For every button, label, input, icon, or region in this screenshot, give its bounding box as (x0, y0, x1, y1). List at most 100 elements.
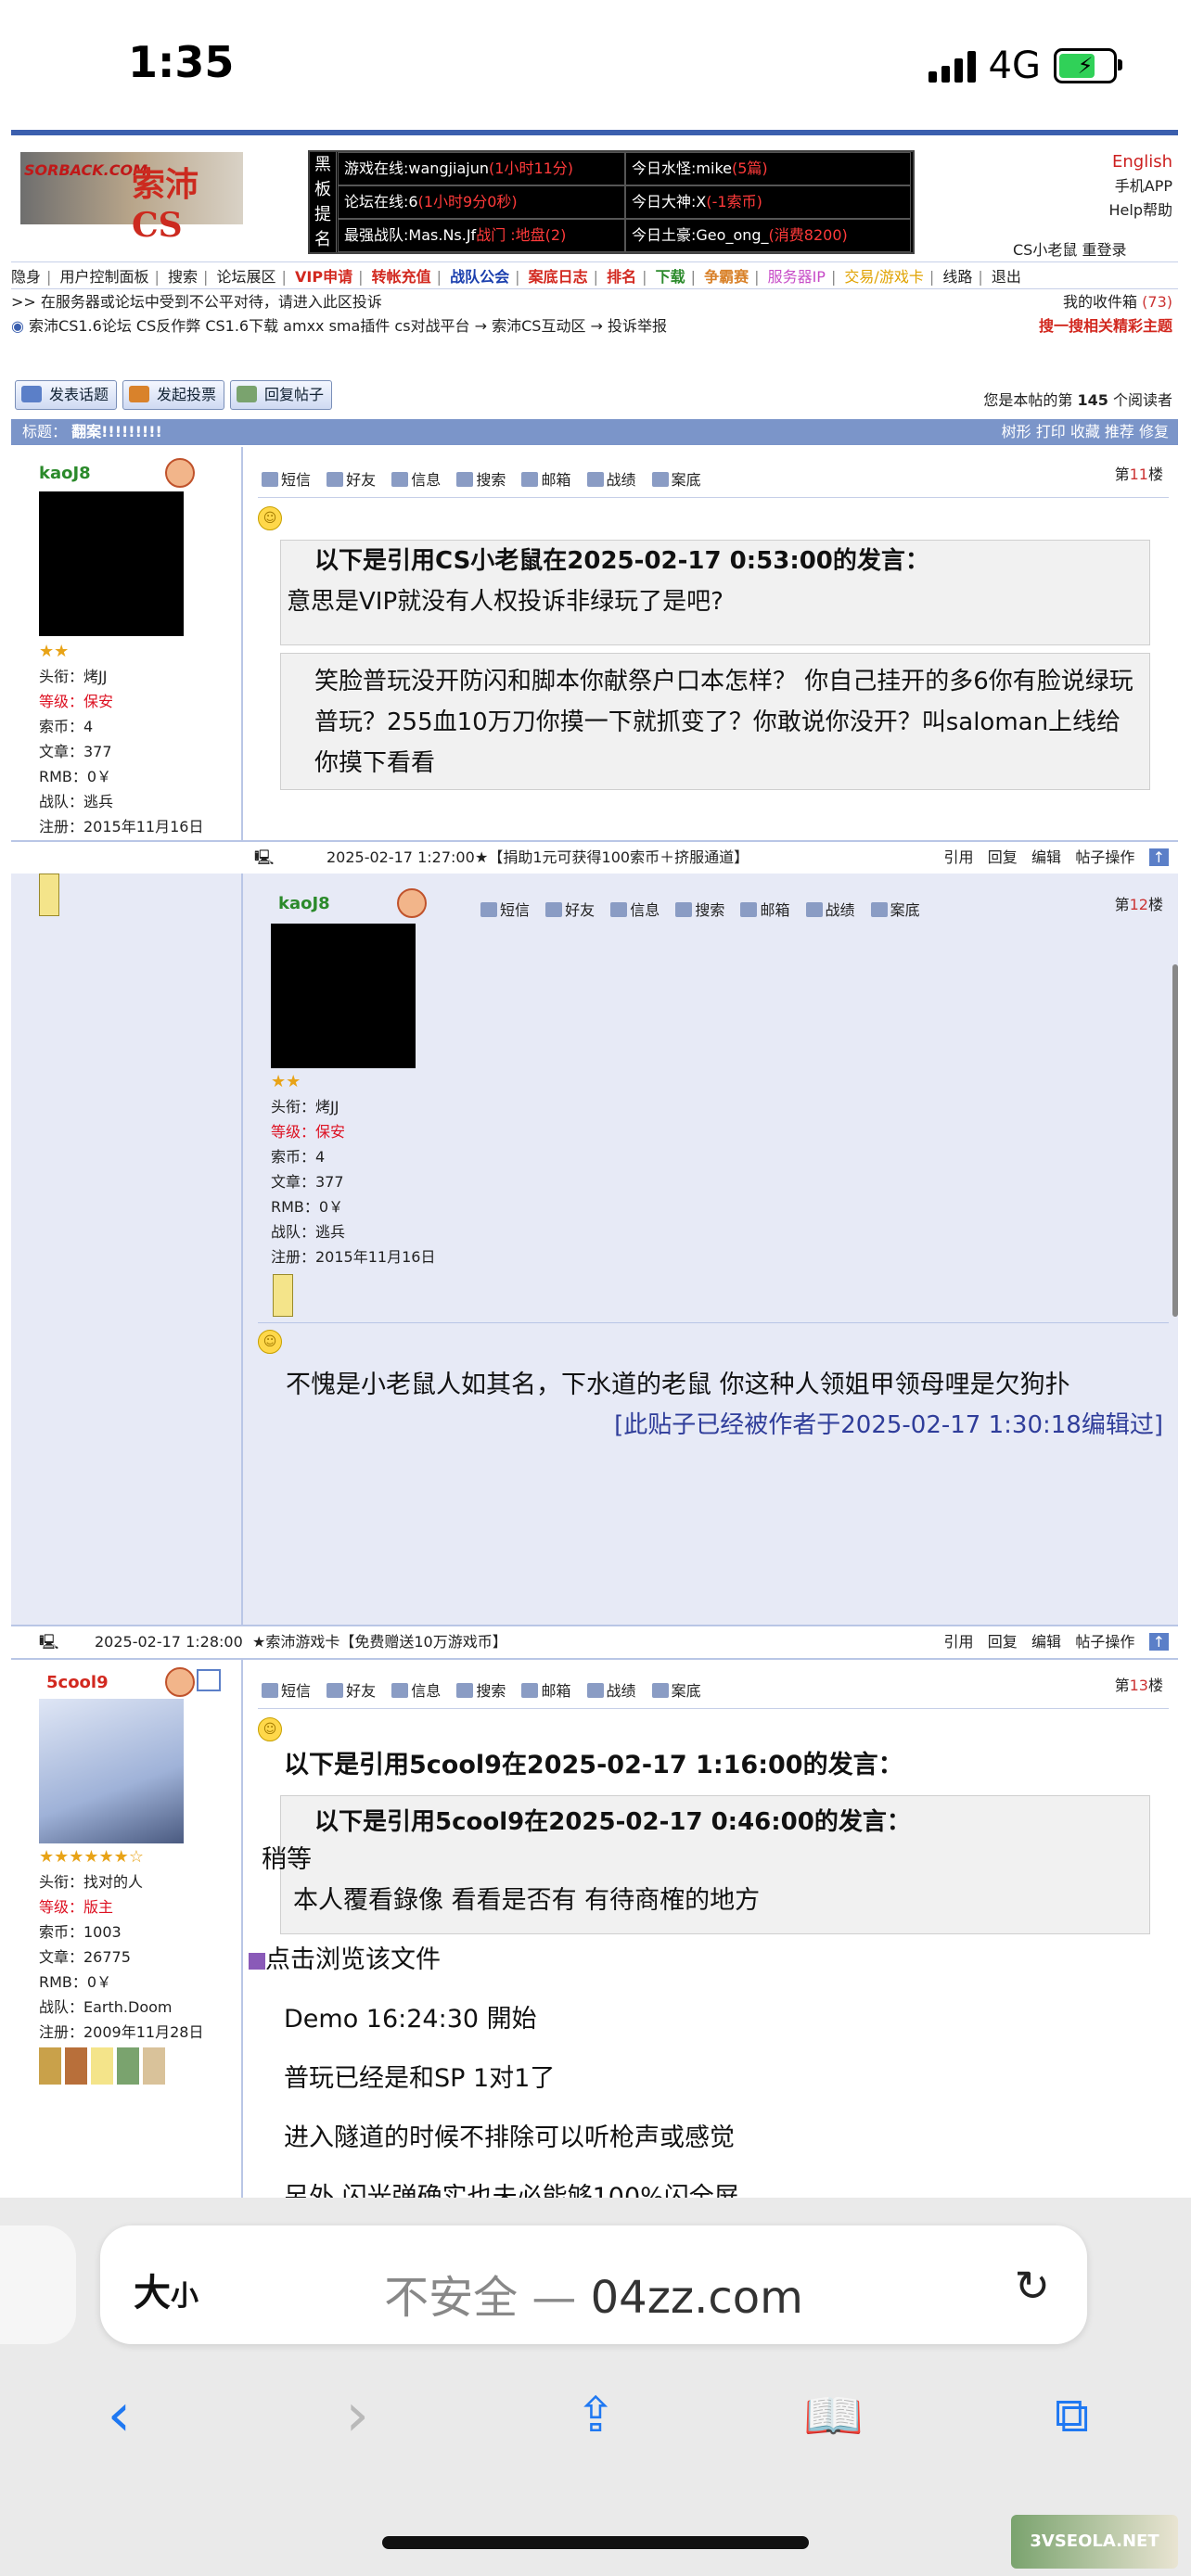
author-name[interactable]: 5cool9 (46, 1673, 109, 1692)
post-body-line: 普玩已经是和SP 1对1了 (284, 2064, 556, 2093)
tabs-icon[interactable]: ⧉ (1026, 2388, 1119, 2444)
rank-stars-icon: ★★ (39, 642, 70, 661)
record-link[interactable]: 战绩 (805, 901, 855, 919)
menu-item-clans[interactable]: 战队公会 (450, 268, 509, 286)
menu-item-showcase[interactable]: 论坛展区 (217, 268, 276, 286)
author-name[interactable]: kaoJ8 (278, 894, 330, 913)
promo-link[interactable]: ★【捐助1元可获得100索币＋挤服通道】 (475, 842, 749, 874)
avatar[interactable] (39, 491, 184, 636)
share-icon[interactable]: ⇪ (549, 2388, 642, 2443)
search-link[interactable]: 搜索 (456, 1682, 506, 1700)
notice-line[interactable]: >> 在服务器或论坛中受到不公平对待，请进入此区投诉 (11, 289, 382, 312)
site-logo[interactable]: SORBACK.COM 索沛CS (20, 152, 243, 245)
menu-item-stealth[interactable]: 隐身 (11, 268, 41, 286)
menu-item-control-panel[interactable]: 用户控制面板 (60, 268, 149, 286)
post-body: 不愧是小老鼠人如其名，下水道的老鼠 你这种人领姐甲领母哩是欠狗扑 (286, 1371, 1070, 1399)
info-link[interactable]: 信息 (391, 1682, 441, 1700)
edit-button[interactable]: 编辑 (1031, 848, 1061, 866)
url-display[interactable]: 不安全 — 04zz.com (100, 2261, 1087, 2326)
post-actions: 引用 回复 编辑 帖子操作 ↑ (943, 842, 1169, 874)
manage-button[interactable]: 帖子操作 (1075, 848, 1134, 866)
info-link[interactable]: 信息 (391, 471, 441, 489)
previous-tab-peek[interactable] (0, 2225, 76, 2344)
relogin-link[interactable]: 重登录 (1082, 241, 1126, 259)
menu-item-transfer[interactable]: 转帐充值 (372, 268, 431, 286)
board-online-forum: 论坛在线:6(1小时9分0秒) (338, 185, 625, 219)
quote-button[interactable]: 引用 (943, 848, 973, 866)
breadcrumb[interactable]: ◉ 索沛CS1.6论坛 CS反作弊 CS1.6下载 amxx sma插件 cs对… (11, 313, 667, 336)
post-11-author: kaoJ8 ★★ 头衔：烤JJ 等级：保安 索币：4 文章：377 RMB：0￥… (11, 447, 243, 840)
home-indicator[interactable] (382, 2536, 809, 2549)
forward-icon[interactable]: › (311, 2381, 403, 2450)
record-link[interactable]: 战绩 (586, 1682, 636, 1700)
friend-link[interactable]: 好友 (545, 901, 595, 919)
thread-actions[interactable]: 树形 打印 收藏 推荐 修复 (1002, 419, 1169, 445)
english-link[interactable]: English (1109, 150, 1172, 174)
menu-item-routes[interactable]: 线路 (942, 268, 972, 286)
info-link[interactable]: 信息 (610, 901, 660, 919)
menu-item-download[interactable]: 下载 (656, 268, 685, 286)
search-link[interactable]: 搜索 (456, 471, 506, 489)
search-link[interactable]: 搜索 (675, 901, 724, 919)
mail-link[interactable]: 邮箱 (521, 471, 570, 489)
address-bar[interactable]: 大小 不安全 — 04zz.com ↻ (100, 2225, 1087, 2344)
sms-link[interactable]: 短信 (262, 471, 311, 489)
quote-header: 以下是引用5cool9在2025-02-17 1:16:00的发言： (284, 1751, 903, 1779)
post-actions: 引用 回复 编辑 帖子操作 ↑ (943, 1626, 1169, 1658)
menu-item-search[interactable]: 搜索 (168, 268, 198, 286)
sms-link[interactable]: 短信 (480, 901, 530, 919)
quote-button[interactable]: 引用 (943, 1633, 973, 1651)
menu-item-contest[interactable]: 争霸赛 (704, 268, 749, 286)
new-topic-button[interactable]: 发表话题 (15, 380, 118, 410)
reply-post-button[interactable]: 回复帖子 (230, 380, 333, 410)
post-13-author: 5cool9 ★★★★★★☆ 头衔：找对的人 等级：版主 索币：1003 文章：… (11, 1658, 243, 2203)
case-link[interactable]: 案底 (870, 901, 920, 919)
top-arrow-icon[interactable]: ↑ (1148, 1633, 1169, 1651)
promo-link[interactable]: ★索沛游戏卡【免费赠送10万游戏币】 (252, 1626, 507, 1658)
case-link[interactable]: 案底 (651, 1682, 701, 1700)
user-toolbar: 短信 好友 信息 搜索 邮箱 战绩 案底 (262, 467, 712, 490)
case-link[interactable]: 案底 (651, 471, 701, 489)
floor-number: 第11楼 (1114, 465, 1163, 483)
attachment-link[interactable]: 点击浏览该文件 (249, 1940, 441, 1981)
sms-link[interactable]: 短信 (262, 1682, 311, 1700)
blackboard-panel: 黑板提名 游戏在线:wangjiajun(1小时11分) 今日水怪:mike(5… (308, 150, 915, 254)
app-link[interactable]: 手机APP (1109, 174, 1172, 198)
back-icon[interactable]: ‹ (72, 2381, 165, 2450)
friend-link[interactable]: 好友 (327, 471, 376, 489)
mail-link[interactable]: 邮箱 (740, 901, 789, 919)
menu-item-server-ip[interactable]: 服务器IP (768, 268, 826, 286)
username-link[interactable]: CS小老鼠 (1013, 241, 1077, 259)
forum-page: SORBACK.COM 索沛CS 黑板提名 游戏在线:wangjiajun(1小… (11, 130, 1178, 2203)
reply-icon (237, 386, 257, 402)
avatar[interactable] (39, 1699, 184, 1843)
reload-icon[interactable]: ↻ (1014, 2261, 1050, 2311)
scroll-indicator[interactable] (1172, 964, 1178, 1317)
profile-icon[interactable] (197, 1669, 221, 1691)
reply-button[interactable]: 回复 (988, 848, 1018, 866)
edit-button[interactable]: 编辑 (1031, 1633, 1061, 1651)
top-arrow-icon[interactable]: ↑ (1148, 848, 1169, 866)
post-11-footer: 🖳 2025-02-17 1:27:00 ★【捐助1元可获得100索币＋挤服通道… (11, 840, 1178, 875)
author-name[interactable]: kaoJ8 (39, 464, 91, 483)
board-strongest-clan: 最强战队:Mas.Ns.Jf战门 :地盘(2) (338, 219, 625, 252)
menu-item-ranking[interactable]: 排名 (607, 268, 636, 286)
manage-button[interactable]: 帖子操作 (1075, 1633, 1134, 1651)
inbox-link[interactable]: 我的收件箱 (73) (1063, 289, 1172, 312)
menu-item-vip[interactable]: VIP申请 (295, 268, 352, 286)
menu-item-case-log[interactable]: 案底日志 (529, 268, 588, 286)
menu-item-logout[interactable]: 退出 (992, 268, 1021, 286)
user-toolbar: 短信 好友 信息 搜索 邮箱 战绩 案底 (262, 1678, 712, 1701)
post-11-content: 短信 好友 信息 搜索 邮箱 战绩 案底 第11楼 ☺ 以下是引用CS小老鼠在2… (243, 447, 1178, 840)
record-link[interactable]: 战绩 (586, 471, 636, 489)
friend-link[interactable]: 好友 (327, 1682, 376, 1700)
bookmarks-icon[interactable]: 📖 (788, 2388, 880, 2444)
author-info: 头衔：烤JJ 等级：保安 索币：4 文章：377 RMB：0￥ 战队：逃兵 注册… (271, 1098, 436, 1266)
help-link[interactable]: Help帮助 (1109, 198, 1172, 223)
search-related-link[interactable]: 搜一搜相关精彩主题 (1039, 313, 1172, 336)
reply-button[interactable]: 回复 (988, 1633, 1018, 1651)
avatar[interactable] (271, 924, 416, 1068)
new-poll-button[interactable]: 发起投票 (122, 380, 225, 410)
menu-item-trade[interactable]: 交易/游戏卡 (844, 268, 923, 286)
mail-link[interactable]: 邮箱 (521, 1682, 570, 1700)
